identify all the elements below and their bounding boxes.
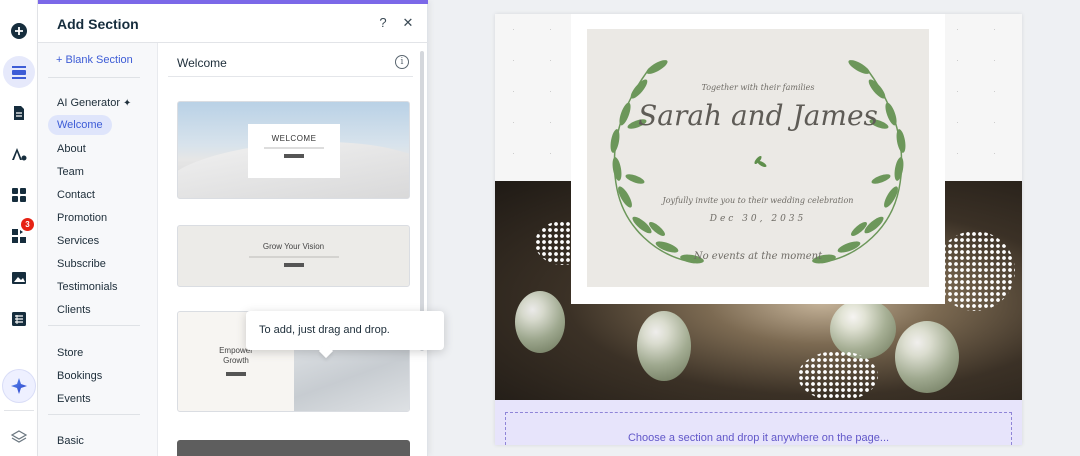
category-promotion[interactable]: Promotion bbox=[57, 212, 107, 224]
notification-badge: 3 bbox=[21, 218, 34, 231]
pages-button[interactable] bbox=[3, 97, 35, 129]
content-title: Welcome bbox=[177, 56, 227, 70]
content-divider bbox=[168, 76, 413, 77]
event-date: Dec 30, 2035 bbox=[709, 214, 807, 224]
text-placeholder bbox=[264, 147, 324, 149]
category-contact[interactable]: Contact bbox=[57, 189, 95, 201]
add-icon bbox=[11, 23, 27, 39]
category-bookings[interactable]: Bookings bbox=[57, 370, 102, 382]
apps-button[interactable] bbox=[3, 179, 35, 211]
category-services[interactable]: Services bbox=[57, 235, 99, 247]
help-icon[interactable]: ? bbox=[375, 15, 391, 31]
rail-divider bbox=[4, 410, 34, 411]
invitation-card[interactable]: Together with their families Sarah and J… bbox=[571, 14, 945, 304]
category-ai-generator[interactable]: AI Generator ✦ bbox=[57, 97, 131, 109]
category-team[interactable]: Team bbox=[57, 166, 84, 178]
scrollbar[interactable] bbox=[420, 51, 424, 351]
media-icon bbox=[12, 272, 26, 284]
bulb-decoration bbox=[515, 291, 565, 353]
sections-icon bbox=[12, 66, 26, 79]
site-design-button[interactable] bbox=[3, 138, 35, 170]
template-heading: Grow Your Vision bbox=[262, 242, 325, 251]
section-templates: Welcome i WELCOME Grow Your Vision Empow… bbox=[158, 43, 428, 456]
close-icon[interactable]: ✕ bbox=[400, 15, 416, 31]
blank-section-button[interactable]: + Blank Section bbox=[56, 54, 133, 66]
welcome-template-4[interactable] bbox=[177, 440, 410, 456]
button-placeholder bbox=[226, 372, 246, 376]
olive-wreath-image bbox=[610, 60, 906, 264]
bulb-decoration bbox=[637, 311, 691, 381]
section-drop-zone[interactable]: Choose a section and drop it anywhere on… bbox=[495, 400, 1022, 445]
layers-button[interactable] bbox=[3, 421, 35, 453]
bulb-decoration bbox=[895, 321, 959, 393]
ai-assistant-icon bbox=[11, 378, 27, 394]
panel-header: Add Section ? ✕ bbox=[38, 4, 428, 43]
left-toolbar: 3 bbox=[0, 0, 38, 456]
category-clients[interactable]: Clients bbox=[57, 304, 91, 316]
category-welcome[interactable]: Welcome bbox=[48, 115, 112, 135]
ai-assistant-button[interactable] bbox=[3, 370, 35, 402]
pages-icon bbox=[14, 106, 24, 120]
template-card: WELCOME bbox=[248, 124, 340, 178]
invitation-text: Joyfully invite you to their wedding cel… bbox=[662, 196, 854, 205]
invitation-card-inner: Together with their families Sarah and J… bbox=[587, 29, 929, 287]
flowers-decoration bbox=[798, 351, 878, 401]
invitation-subtitle: Together with their families bbox=[701, 83, 815, 92]
drop-zone-hint: Choose a section and drop it anywhere on… bbox=[627, 432, 890, 444]
info-icon[interactable]: i bbox=[395, 55, 409, 69]
category-testimonials[interactable]: Testimonials bbox=[57, 281, 118, 293]
cms-button[interactable] bbox=[3, 303, 35, 335]
flowers-decoration bbox=[935, 231, 1015, 311]
text-placeholder bbox=[248, 256, 339, 258]
media-button[interactable] bbox=[3, 262, 35, 294]
category-list: + Blank Section AI Generator ✦ Welcome Ab… bbox=[38, 43, 158, 456]
add-elements-button[interactable] bbox=[3, 15, 35, 47]
site-canvas[interactable]: Together with their families Sarah and J… bbox=[495, 14, 1022, 445]
heading-line-2: Growth bbox=[223, 356, 249, 365]
couple-names: Sarah and James bbox=[638, 99, 878, 132]
panel-title: Add Section bbox=[57, 16, 139, 32]
add-section-button[interactable] bbox=[3, 56, 35, 88]
category-divider bbox=[48, 325, 140, 326]
apps-icon bbox=[12, 188, 26, 202]
category-store[interactable]: Store bbox=[57, 347, 83, 359]
drag-tooltip: To add, just drag and drop. bbox=[246, 311, 444, 350]
events-status: No events at the moment bbox=[693, 251, 823, 262]
sparkle-icon: ✦ bbox=[122, 98, 132, 109]
layers-icon bbox=[10, 430, 28, 443]
template-heading: WELCOME bbox=[271, 134, 317, 143]
welcome-template-2[interactable]: Grow Your Vision bbox=[177, 225, 410, 287]
category-divider bbox=[48, 77, 140, 78]
design-icon bbox=[12, 148, 27, 161]
category-about[interactable]: About bbox=[57, 143, 86, 155]
category-basic[interactable]: Basic bbox=[57, 435, 84, 447]
button-placeholder bbox=[284, 154, 304, 158]
bulb-decoration bbox=[830, 299, 896, 359]
button-placeholder bbox=[283, 263, 304, 267]
cms-icon bbox=[12, 312, 26, 326]
category-divider bbox=[48, 414, 140, 415]
category-events[interactable]: Events bbox=[57, 393, 91, 405]
add-section-panel: Add Section ? ✕ + Blank Section AI Gener… bbox=[38, 0, 444, 456]
category-subscribe[interactable]: Subscribe bbox=[57, 258, 106, 270]
welcome-template-1[interactable]: WELCOME bbox=[177, 101, 410, 199]
